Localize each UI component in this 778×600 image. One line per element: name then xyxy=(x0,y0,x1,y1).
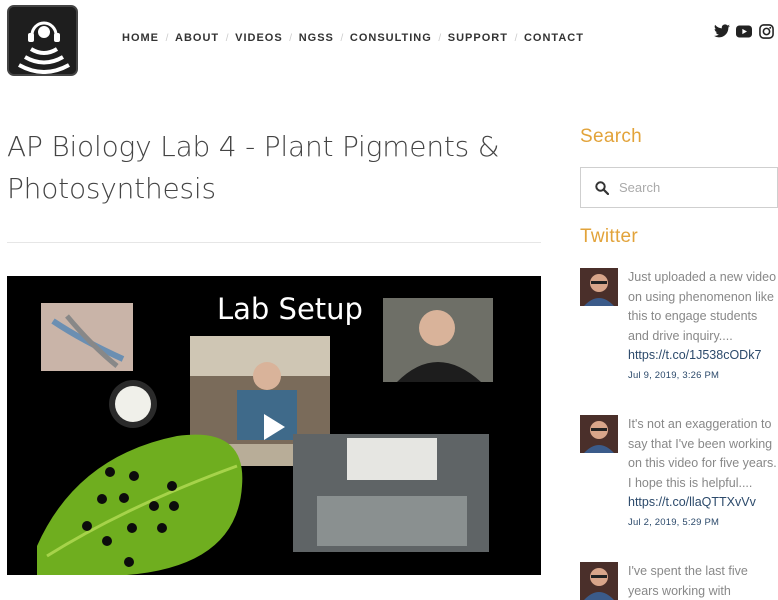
nav-separator: / xyxy=(165,32,169,44)
nav-separator: / xyxy=(514,32,518,44)
play-icon[interactable] xyxy=(255,410,289,444)
page-title: AP Biology Lab 4 - Plant Pigments & Phot… xyxy=(7,130,500,205)
divider xyxy=(7,242,541,243)
search-icon xyxy=(595,180,609,195)
nav-separator: / xyxy=(225,32,229,44)
site-logo[interactable] xyxy=(7,5,78,76)
main-nav: HOME / ABOUT / VIDEOS / NGSS / CONSULTIN… xyxy=(122,32,584,44)
nav-separator: / xyxy=(289,32,293,44)
twitter-heading: Twitter xyxy=(580,226,639,247)
avatar[interactable] xyxy=(580,415,618,453)
youtube-icon[interactable] xyxy=(736,22,752,40)
tweet-body: Just uploaded a new video on using pheno… xyxy=(628,268,778,381)
nav-item-ngss[interactable]: NGSS xyxy=(299,32,334,44)
search-box[interactable] xyxy=(580,167,778,208)
instagram-icon[interactable] xyxy=(758,22,774,40)
tweet-text: It's not an exaggeration to say that I'v… xyxy=(628,417,777,490)
tweet-timestamp[interactable]: Jul 2, 2019, 5:29 PM xyxy=(628,517,778,528)
tweet-timestamp[interactable]: Jul 9, 2019, 3:26 PM xyxy=(628,370,778,381)
tweet-body: It's not an exaggeration to say that I'v… xyxy=(628,415,778,528)
avatar[interactable] xyxy=(580,562,618,600)
video-caption: Lab Setup xyxy=(217,292,363,326)
nav-separator: / xyxy=(438,32,442,44)
tweet-link[interactable]: https://t.co/1J538cODk7 xyxy=(628,346,778,366)
tweet-link[interactable]: https://t.co/llaQTTXvVv xyxy=(628,493,778,513)
tweet-text: Just uploaded a new video on using pheno… xyxy=(628,270,777,343)
social-links xyxy=(714,22,774,40)
headphones-logo-icon xyxy=(9,7,76,74)
nav-item-support[interactable]: SUPPORT xyxy=(448,32,508,44)
search-input[interactable] xyxy=(619,180,759,195)
video-player[interactable]: Lab Setup xyxy=(7,276,541,575)
nav-item-videos[interactable]: VIDEOS xyxy=(235,32,283,44)
twitter-icon[interactable] xyxy=(714,22,730,40)
search-heading: Search xyxy=(580,126,643,147)
avatar[interactable] xyxy=(580,268,618,306)
tweet-text: I've spent the last five years working w… xyxy=(628,564,748,598)
nav-item-consulting[interactable]: CONSULTING xyxy=(350,32,432,44)
nav-item-home[interactable]: HOME xyxy=(122,32,159,44)
nav-item-contact[interactable]: CONTACT xyxy=(524,32,584,44)
nav-item-about[interactable]: ABOUT xyxy=(175,32,219,44)
nav-separator: / xyxy=(340,32,344,44)
tweet-body: I've spent the last five years working w… xyxy=(628,562,778,600)
